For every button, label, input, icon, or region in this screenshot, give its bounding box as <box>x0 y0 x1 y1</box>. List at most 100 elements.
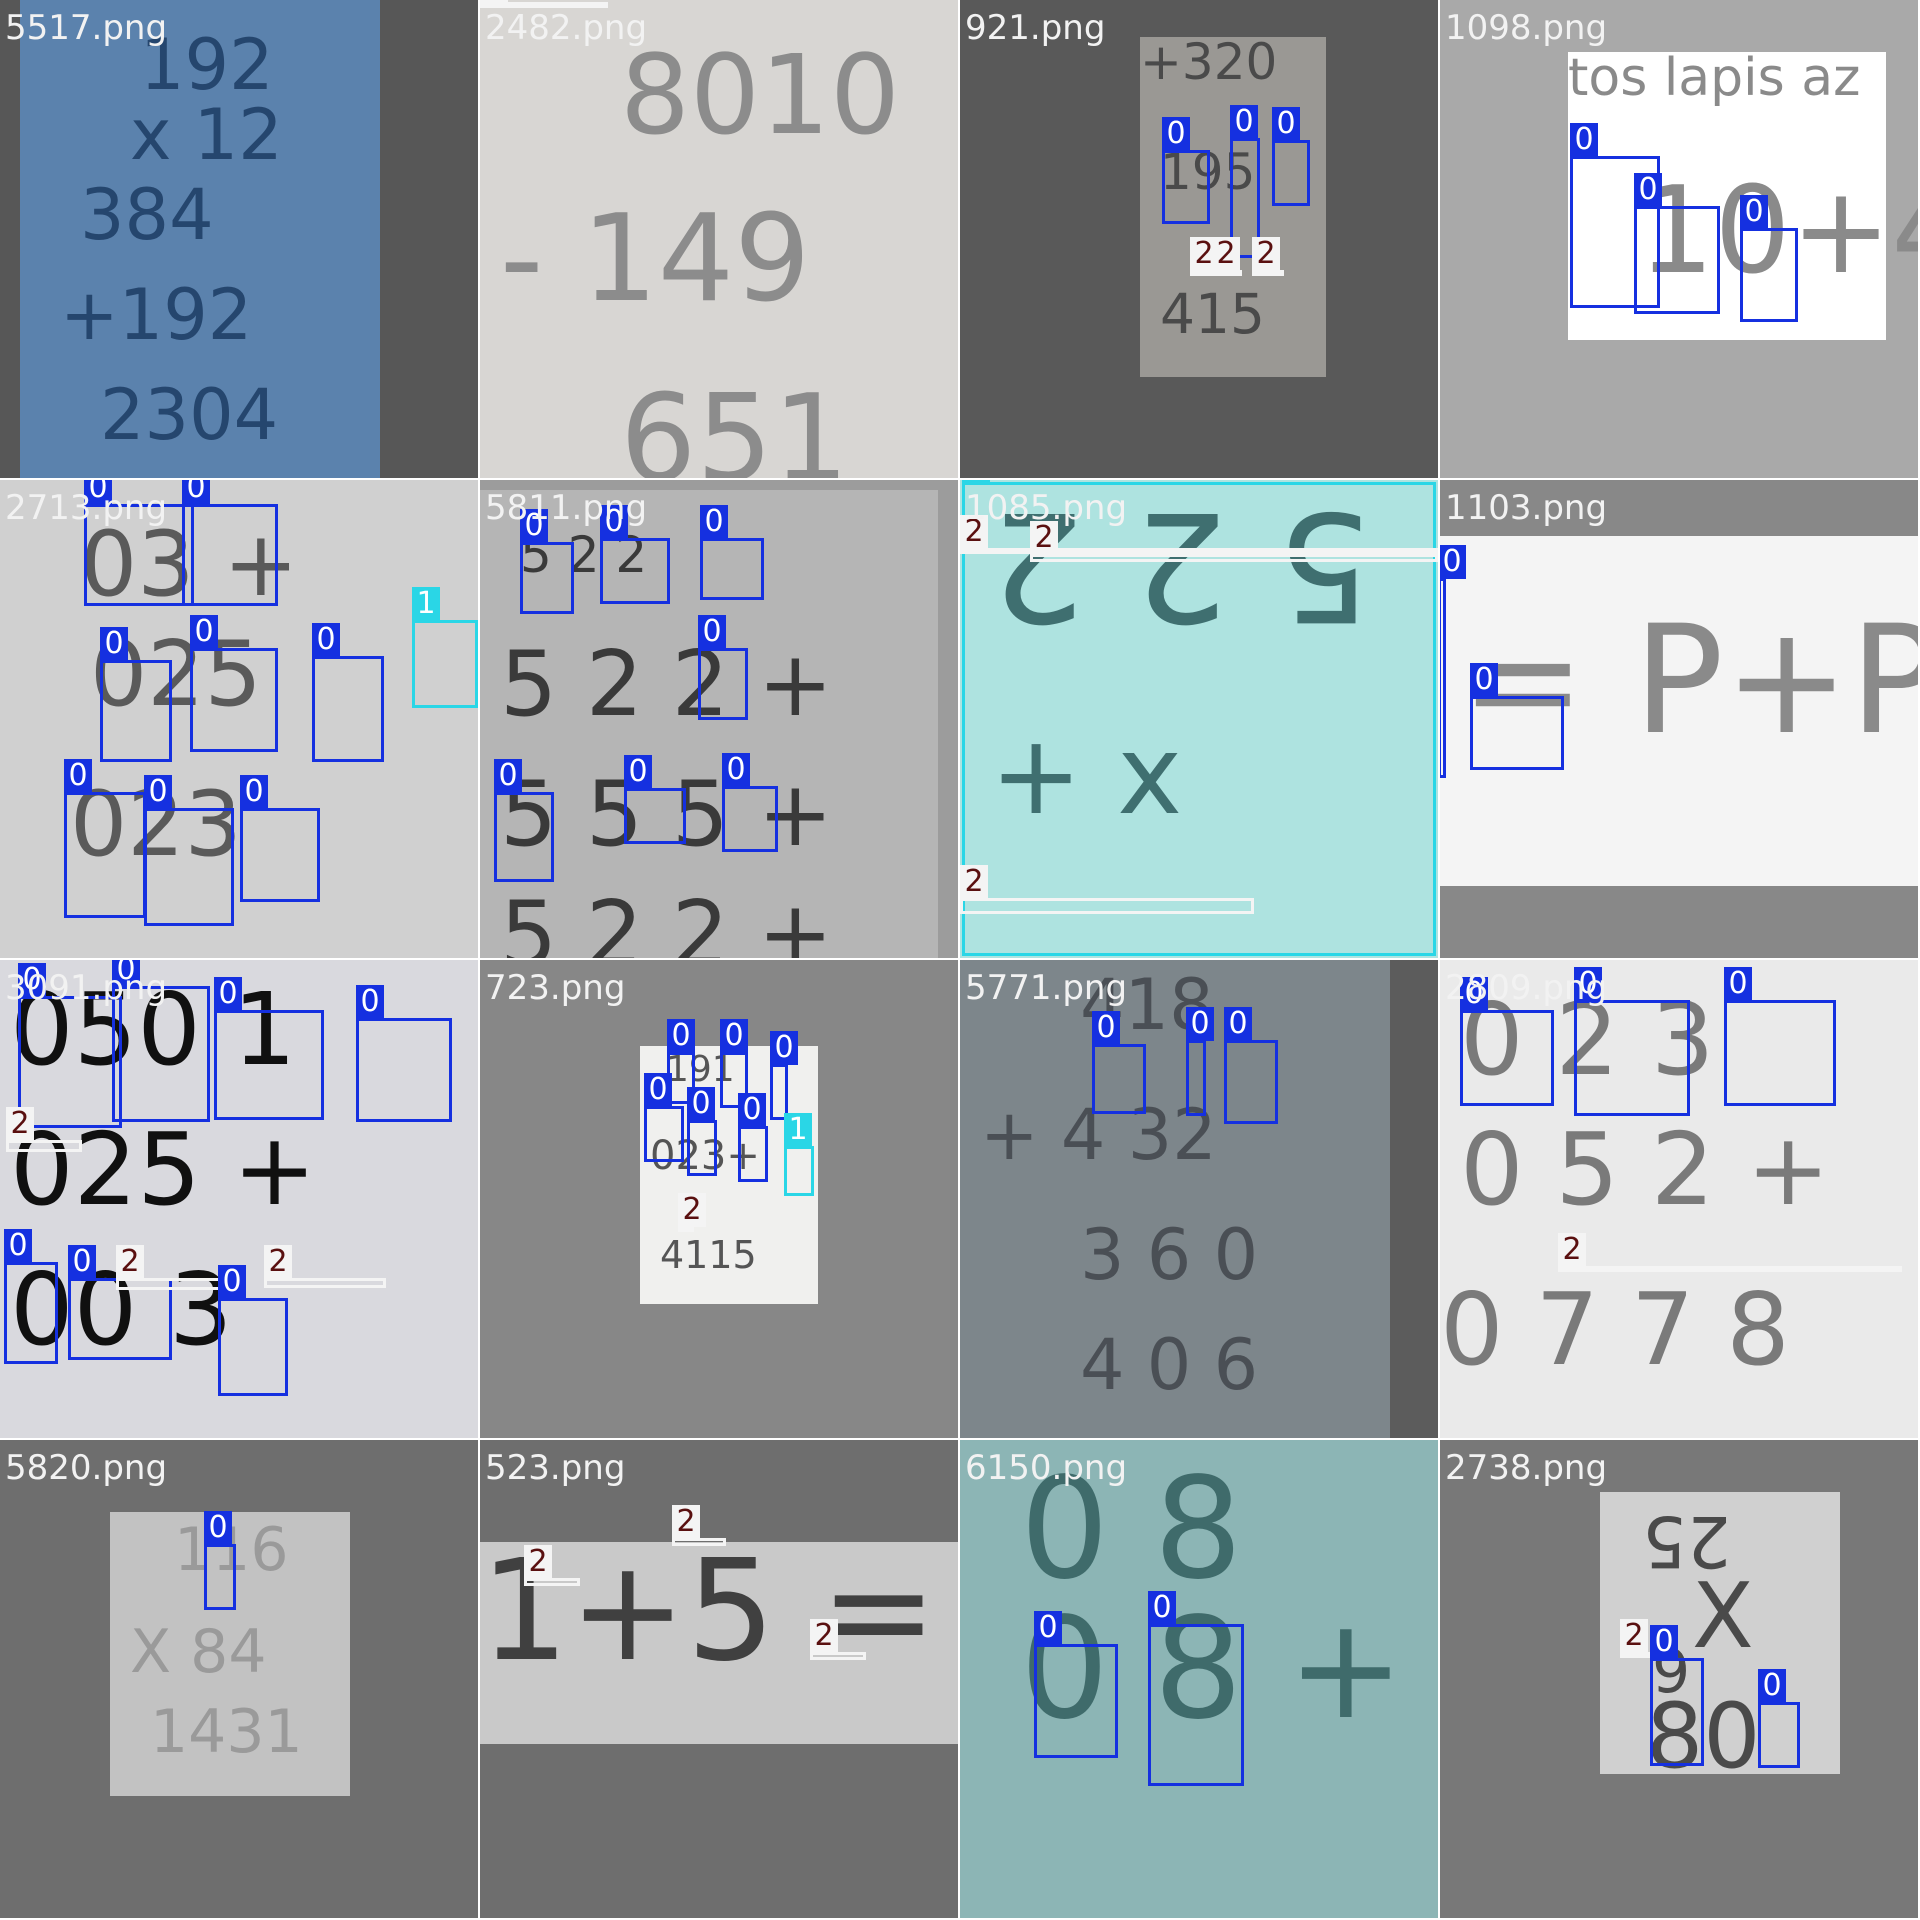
detection-box-class-0: 0 <box>68 1245 172 1360</box>
detection-box-class-2: 2 <box>1030 521 1438 562</box>
handwritten-text: x 12 <box>130 94 283 176</box>
handwritten-text: +192 <box>60 274 253 356</box>
detection-box-class-0: 0 <box>1034 1611 1118 1758</box>
class-label: 0 <box>624 755 652 789</box>
detection-box-class-0: 0 <box>144 775 234 926</box>
class-label: 0 <box>190 615 218 649</box>
handwritten-text: X <box>1692 1564 1754 1669</box>
handwritten-text: 384 <box>80 174 214 256</box>
detection-box-class-2: 2 <box>1212 237 1242 276</box>
mosaic-tile: 1+5 = 2 2 2 523.png <box>480 1440 958 1918</box>
class-label: 0 <box>1650 1625 1678 1659</box>
detection-box-class-0: 0 <box>700 505 764 600</box>
handwritten-text: 415 <box>1160 282 1265 346</box>
tile-filename: 3091.png <box>5 968 168 1008</box>
mosaic-tile: 5 2 2+ x12221085.png <box>960 480 1438 958</box>
mosaic-tile: 0 2 30 5 2 +0 7 7 8 0 0 0 2 2809.png <box>1440 960 1918 1438</box>
detection-box-class-0: 0 <box>494 759 554 882</box>
detection-box-class-0: 0 <box>520 509 574 614</box>
class-label: 2 <box>480 0 508 3</box>
class-label: 0 <box>64 759 92 793</box>
detection-box-class-2: 2 <box>1558 1233 1902 1272</box>
detection-box-class-0: 0 <box>624 755 686 844</box>
detection-box-class-2: 2 <box>960 865 1254 914</box>
detection-box-class-0: 0 <box>600 505 670 604</box>
detection-box-class-0: 0 <box>64 759 146 918</box>
class-label: 0 <box>240 775 268 809</box>
class-label: 2 <box>116 1245 144 1279</box>
detection-box-class-0: 0 <box>698 615 748 720</box>
class-label: 0 <box>1440 545 1466 579</box>
detection-box-class-2: 2 <box>810 1619 866 1660</box>
detection-box-class-0: 0 <box>240 775 320 902</box>
class-label: 1 <box>784 1113 812 1147</box>
class-label: 0 <box>312 623 340 657</box>
handwritten-text: 4115 <box>660 1233 757 1277</box>
detection-box-class-0: 0 <box>4 1229 58 1364</box>
handwritten-text: 0 7 7 8 <box>1440 1271 1790 1388</box>
class-label: 1 <box>962 480 990 483</box>
handwritten-text: - 149 <box>500 190 811 329</box>
class-label: 0 <box>1740 195 1768 229</box>
handwritten-text: 8010 <box>620 31 900 159</box>
detection-box-class-0: 0 <box>1460 977 1554 1106</box>
detection-box-class-0: 0 <box>204 1511 236 1610</box>
detection-box-class-0: 0 <box>687 1087 717 1176</box>
class-label: 0 <box>720 1019 748 1053</box>
detection-box-class-0: 0 <box>218 1265 288 1396</box>
class-label: 0 <box>698 615 726 649</box>
class-label: 2 <box>810 1619 838 1653</box>
class-label: 2 <box>1558 1233 1586 1267</box>
class-label: 0 <box>644 1073 672 1107</box>
class-label: 2 <box>264 1245 292 1279</box>
class-label: 0 <box>356 985 384 1019</box>
class-label: 0 <box>4 1229 32 1263</box>
class-label: 0 <box>1758 1669 1786 1703</box>
class-label: 0 <box>68 1245 96 1279</box>
class-label: 0 <box>1186 1007 1214 1041</box>
detection-box-class-0: 0 <box>312 623 384 762</box>
tile-filename: 2713.png <box>5 488 168 528</box>
class-label: 0 <box>1224 1007 1252 1041</box>
mosaic-tile: 5 2 25 2 2 +5 5 5 +5 2 2 +0 0 0 0 0 0 0 5811.pn… <box>480 480 958 958</box>
detection-box-class-0: 0 <box>190 615 278 752</box>
class-label: 2 <box>1252 237 1280 271</box>
handwritten-text: 5 2 2 + <box>500 882 834 959</box>
class-label: 0 <box>722 753 750 787</box>
tile-filename: 5771.png <box>965 968 1128 1008</box>
tile-filename: 2482.png <box>485 8 648 48</box>
detection-box-class-0: 0 <box>1758 1669 1800 1768</box>
detection-box-class-0: 0 <box>644 1073 684 1162</box>
mosaic-tile: = P+P 0 0 1103.png <box>1440 480 1918 958</box>
detection-box-class-2: 2 <box>678 1193 706 1232</box>
class-label: 0 <box>214 977 242 1011</box>
class-label: 0 <box>1634 173 1662 207</box>
class-label: 0 <box>770 1031 798 1065</box>
prediction-mosaic: 192x 12384+19223045517.png8010- 14965122… <box>0 0 1920 1920</box>
class-label: 2 <box>1212 237 1240 271</box>
handwritten-text: +320 <box>1140 33 1278 91</box>
mosaic-tile: 8010 - 149 651 2 2482.png <box>480 0 958 478</box>
class-label: 0 <box>100 627 128 661</box>
class-label: 2 <box>6 1107 34 1141</box>
mosaic-tile: 0 80 8 +0 0 6150.png <box>960 1440 1438 1918</box>
detection-box-class-2: 2 <box>116 1245 226 1290</box>
detection-box-class-0: 0 <box>1148 1591 1244 1786</box>
detection-box-class-2: 2 <box>524 1545 580 1586</box>
class-label: 0 <box>1272 107 1300 141</box>
tile-filename: 523.png <box>485 1448 626 1488</box>
detection-box-class-0: 0 <box>100 627 172 762</box>
detection-box-class-2: 2 <box>264 1245 386 1288</box>
detection-box-class-0: 0 <box>1740 195 1798 322</box>
class-label: 2 <box>524 1545 552 1579</box>
tile-filename: 921.png <box>965 8 1106 48</box>
detection-box-class-0: 0 <box>1092 1011 1146 1114</box>
detection-box-class-0: 0 <box>214 977 324 1120</box>
class-label: 0 <box>1724 967 1752 1001</box>
mosaic-tile: 418 + 4 32 3 6 04 0 6 0 0 0 5771.png <box>960 960 1438 1438</box>
detection-box-class-0: 0 <box>770 1031 798 1120</box>
detection-box-class-0: 0 <box>1272 107 1310 206</box>
class-label: 0 <box>1162 117 1190 151</box>
tile-filename: 2809.png <box>1445 968 1608 1008</box>
class-label: 2 <box>672 1505 700 1539</box>
